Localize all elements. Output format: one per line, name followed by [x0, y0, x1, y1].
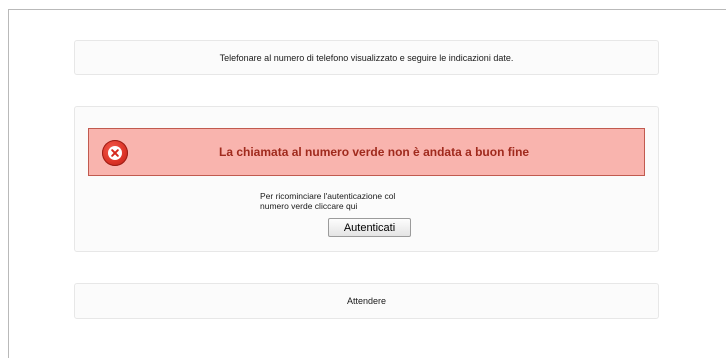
instructions-panel: Telefonare al numero di telefono visuali…: [74, 40, 659, 75]
status-text: Attendere: [346, 296, 387, 306]
restart-instructions: Per ricominciare l'autenticazione col nu…: [260, 191, 470, 211]
error-x-icon: [102, 140, 128, 166]
restart-line-2: numero verde cliccare qui: [260, 201, 358, 211]
restart-line-1: Per ricominciare l'autenticazione col: [260, 191, 396, 201]
status-panel: Attendere: [74, 283, 659, 319]
error-banner: La chiamata al numero verde non è andata…: [88, 128, 645, 176]
error-message: La chiamata al numero verde non è andata…: [219, 145, 530, 159]
authenticate-button[interactable]: Autenticati: [328, 218, 411, 237]
error-panel: La chiamata al numero verde non è andata…: [74, 106, 659, 252]
instructions-text: Telefonare al numero di telefono visuali…: [219, 53, 514, 63]
